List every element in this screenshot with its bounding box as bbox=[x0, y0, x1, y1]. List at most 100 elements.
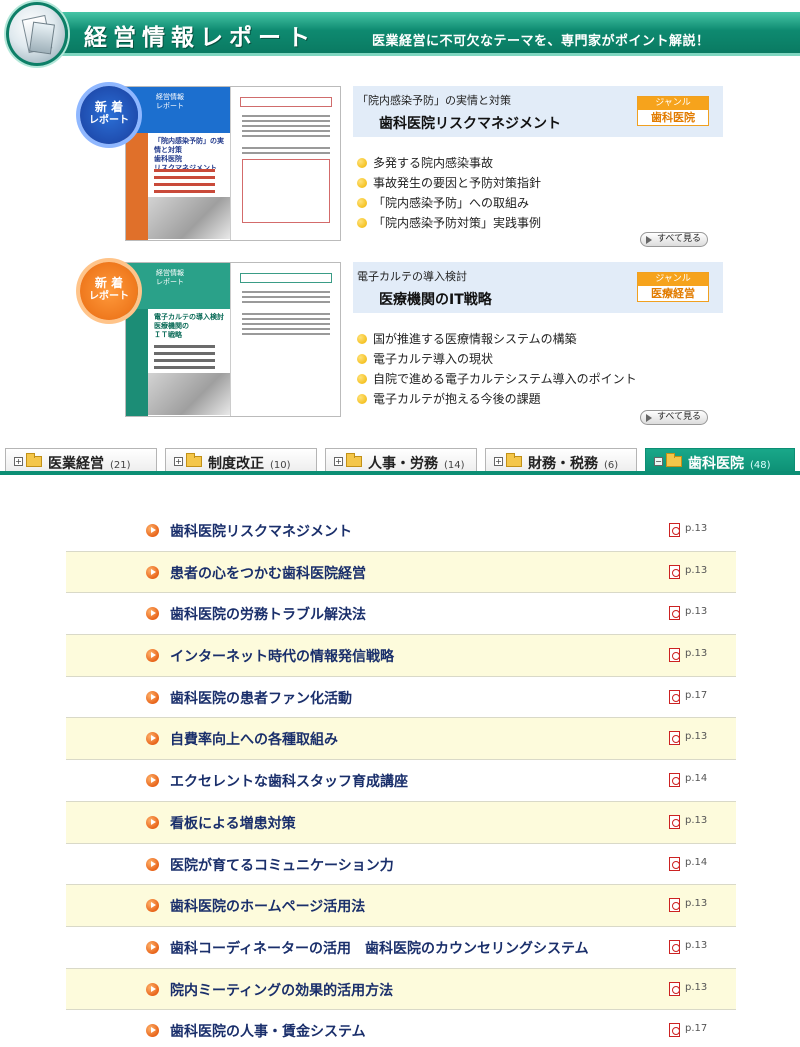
table-row[interactable]: 医院が育てるコミュニケーション力 p.14 bbox=[66, 844, 736, 886]
article-title[interactable]: 患者の心をつかむ歯科医院経営 bbox=[170, 563, 366, 583]
table-row[interactable]: エクセレントな歯科スタッフ育成講座 p.14 bbox=[66, 760, 736, 802]
article-title[interactable]: 歯科医院の患者ファン化活動 bbox=[170, 688, 352, 708]
list-item: 自院で進める電子カルテシステム導入のポイント bbox=[353, 369, 723, 389]
pdf-icon[interactable] bbox=[669, 981, 680, 996]
arrow-bullet-icon bbox=[146, 732, 159, 746]
pdf-icon[interactable] bbox=[669, 564, 680, 579]
article-title[interactable]: 歯科医院のホームページ活用法 bbox=[170, 896, 365, 916]
article-title[interactable]: 歯科医院の人事・賃金システム bbox=[170, 1021, 366, 1041]
arrow-bullet-icon bbox=[146, 649, 159, 663]
page-count: p.13 bbox=[685, 731, 708, 743]
report-cover: 経営情報 レポート 「院内感染予防」の実情と対策 歯科医院 リスクマネジメント bbox=[126, 87, 231, 240]
arrow-bullet-icon bbox=[146, 815, 159, 829]
see-all-button[interactable]: すべて見る bbox=[639, 410, 708, 425]
featured-report-2: 経営情報 レポート 電子カルテの導入検討 医療機関の ＩＴ戦略 新 着 レポート… bbox=[80, 262, 730, 427]
cover-photo bbox=[148, 197, 230, 239]
report-points: 国が推進する医療情報システムの構築 電子カルテ導入の現状 自院で進める電子カルテ… bbox=[353, 329, 723, 409]
cover-photo bbox=[148, 373, 230, 415]
pdf-icon[interactable] bbox=[669, 939, 680, 954]
arrow-bullet-icon bbox=[146, 940, 159, 954]
expand-icon: + bbox=[14, 457, 23, 466]
arrow-bullet-icon bbox=[146, 607, 159, 621]
arrow-bullet-icon bbox=[146, 774, 159, 788]
article-title[interactable]: 医院が育てるコミュニケーション力 bbox=[170, 855, 394, 875]
arrow-bullet-icon bbox=[146, 899, 159, 913]
tab-count: (48) bbox=[750, 460, 771, 471]
new-report-badge: 新 着 レポート bbox=[80, 262, 138, 320]
article-title[interactable]: 自費率向上への各種取組み bbox=[170, 729, 338, 749]
page-count: p.13 bbox=[685, 648, 708, 660]
tab-count: (10) bbox=[270, 460, 291, 471]
report-title[interactable]: 歯科医院リスクマネジメント bbox=[379, 113, 561, 133]
report-sheet-back-icon bbox=[29, 21, 55, 55]
list-item: 「院内感染予防」への取組み bbox=[353, 193, 723, 213]
expand-icon: + bbox=[494, 457, 503, 466]
pdf-icon[interactable] bbox=[669, 773, 680, 788]
pdf-icon[interactable] bbox=[669, 689, 680, 704]
table-row[interactable]: 自費率向上への各種取組み p.13 bbox=[66, 718, 736, 761]
genre-value: 医療経営 bbox=[638, 285, 708, 301]
table-row[interactable]: 歯科医院の人事・賃金システム p.17 bbox=[66, 1010, 736, 1047]
folder-icon bbox=[666, 453, 682, 467]
list-item: 事故発生の要因と予防対策指針 bbox=[353, 173, 723, 193]
table-row[interactable]: 歯科コーディネーターの活用 歯科医院のカウンセリングシステム p.13 bbox=[66, 927, 736, 969]
page-count: p.17 bbox=[685, 1023, 708, 1035]
table-row[interactable]: 歯科医院リスクマネジメント p.13 bbox=[66, 510, 736, 552]
report-page-preview bbox=[234, 87, 340, 240]
page-count: p.13 bbox=[685, 939, 708, 951]
article-title[interactable]: 歯科医院リスクマネジメント bbox=[170, 521, 352, 541]
pdf-icon[interactable] bbox=[669, 898, 680, 913]
article-title[interactable]: インターネット時代の情報発信戦略 bbox=[170, 646, 394, 666]
genre-badge: ジャンル 医療経営 bbox=[637, 272, 709, 302]
report-header: 「院内感染予防」の実情と対策 歯科医院リスクマネジメント ジャンル 歯科医院 bbox=[353, 86, 723, 137]
table-row[interactable]: 歯科医院のホームページ活用法 p.13 bbox=[66, 885, 736, 927]
report-info: 電子カルテの導入検討 医療機関のIT戦略 ジャンル 医療経営 国が推進する医療情… bbox=[353, 262, 723, 409]
article-title[interactable]: 歯科コーディネーターの活用 歯科医院のカウンセリングシステム bbox=[170, 938, 589, 958]
article-title[interactable]: 歯科医院の労務トラブル解決法 bbox=[170, 604, 366, 624]
report-info: 「院内感染予防」の実情と対策 歯科医院リスクマネジメント ジャンル 歯科医院 多… bbox=[353, 86, 723, 233]
list-item: 電子カルテ導入の現状 bbox=[353, 349, 723, 369]
article-title[interactable]: エクセレントな歯科スタッフ育成講座 bbox=[170, 771, 408, 791]
page-count: p.17 bbox=[685, 689, 708, 701]
article-title[interactable]: 院内ミーティングの効果的活用方法 bbox=[170, 980, 393, 1000]
new-report-badge: 新 着 レポート bbox=[80, 86, 138, 144]
list-item: 「院内感染予防対策」実践事例 bbox=[353, 213, 723, 233]
tab-count: (14) bbox=[444, 460, 465, 471]
table-row[interactable]: 患者の心をつかむ歯科医院経営 p.13 bbox=[66, 551, 736, 594]
report-thumbnail[interactable]: 経営情報 レポート 「院内感染予防」の実情と対策 歯科医院 リスクマネジメント bbox=[125, 86, 341, 241]
expand-icon: + bbox=[174, 457, 183, 466]
folder-icon bbox=[186, 453, 202, 467]
cover-brand: 経営情報 レポート bbox=[156, 269, 184, 286]
pdf-icon[interactable] bbox=[669, 814, 680, 829]
arrow-bullet-icon bbox=[146, 690, 159, 704]
pdf-icon[interactable] bbox=[669, 648, 680, 663]
pdf-icon[interactable] bbox=[669, 1023, 680, 1038]
genre-value: 歯科医院 bbox=[638, 109, 708, 125]
pdf-icon[interactable] bbox=[669, 523, 680, 537]
collapse-icon: − bbox=[654, 457, 663, 466]
table-row[interactable]: 歯科医院の労務トラブル解決法 p.13 bbox=[66, 593, 736, 636]
page-title: 経営情報レポート bbox=[84, 25, 316, 51]
report-subtitle: 電子カルテの導入検討 bbox=[357, 270, 467, 283]
arrow-bullet-icon bbox=[146, 565, 159, 579]
pdf-icon[interactable] bbox=[669, 606, 680, 621]
report-thumbnail[interactable]: 経営情報 レポート 電子カルテの導入検討 医療機関の ＩＴ戦略 bbox=[125, 262, 341, 417]
featured-report-1: 経営情報 レポート 「院内感染予防」の実情と対策 歯科医院 リスクマネジメント … bbox=[80, 86, 730, 251]
report-title[interactable]: 医療機関のIT戦略 bbox=[379, 289, 492, 309]
page-count: p.14 bbox=[685, 856, 708, 868]
pdf-icon[interactable] bbox=[669, 731, 680, 746]
folder-icon bbox=[26, 453, 42, 467]
arrow-bullet-icon bbox=[146, 982, 159, 996]
pdf-icon[interactable] bbox=[669, 856, 680, 871]
tab-count: (6) bbox=[604, 460, 619, 471]
page-count: p.13 bbox=[685, 606, 708, 618]
table-row[interactable]: 歯科医院の患者ファン化活動 p.17 bbox=[66, 677, 736, 719]
see-all-button[interactable]: すべて見る bbox=[639, 232, 708, 247]
page-count: p.13 bbox=[685, 564, 708, 576]
category-tabs: + 医業経営 (21) + 制度改正 (10) + 人事・労務 (14) + 財務・税… bbox=[0, 446, 800, 474]
table-row[interactable]: 看板による増患対策 p.13 bbox=[66, 801, 736, 844]
cover-title: 「院内感染予防」の実情と対策 歯科医院 リスクマネジメント bbox=[154, 137, 224, 172]
table-row[interactable]: 院内ミーティングの効果的活用方法 p.13 bbox=[66, 968, 736, 1011]
article-title[interactable]: 看板による増患対策 bbox=[170, 813, 296, 833]
table-row[interactable]: インターネット時代の情報発信戦略 p.13 bbox=[66, 635, 736, 677]
